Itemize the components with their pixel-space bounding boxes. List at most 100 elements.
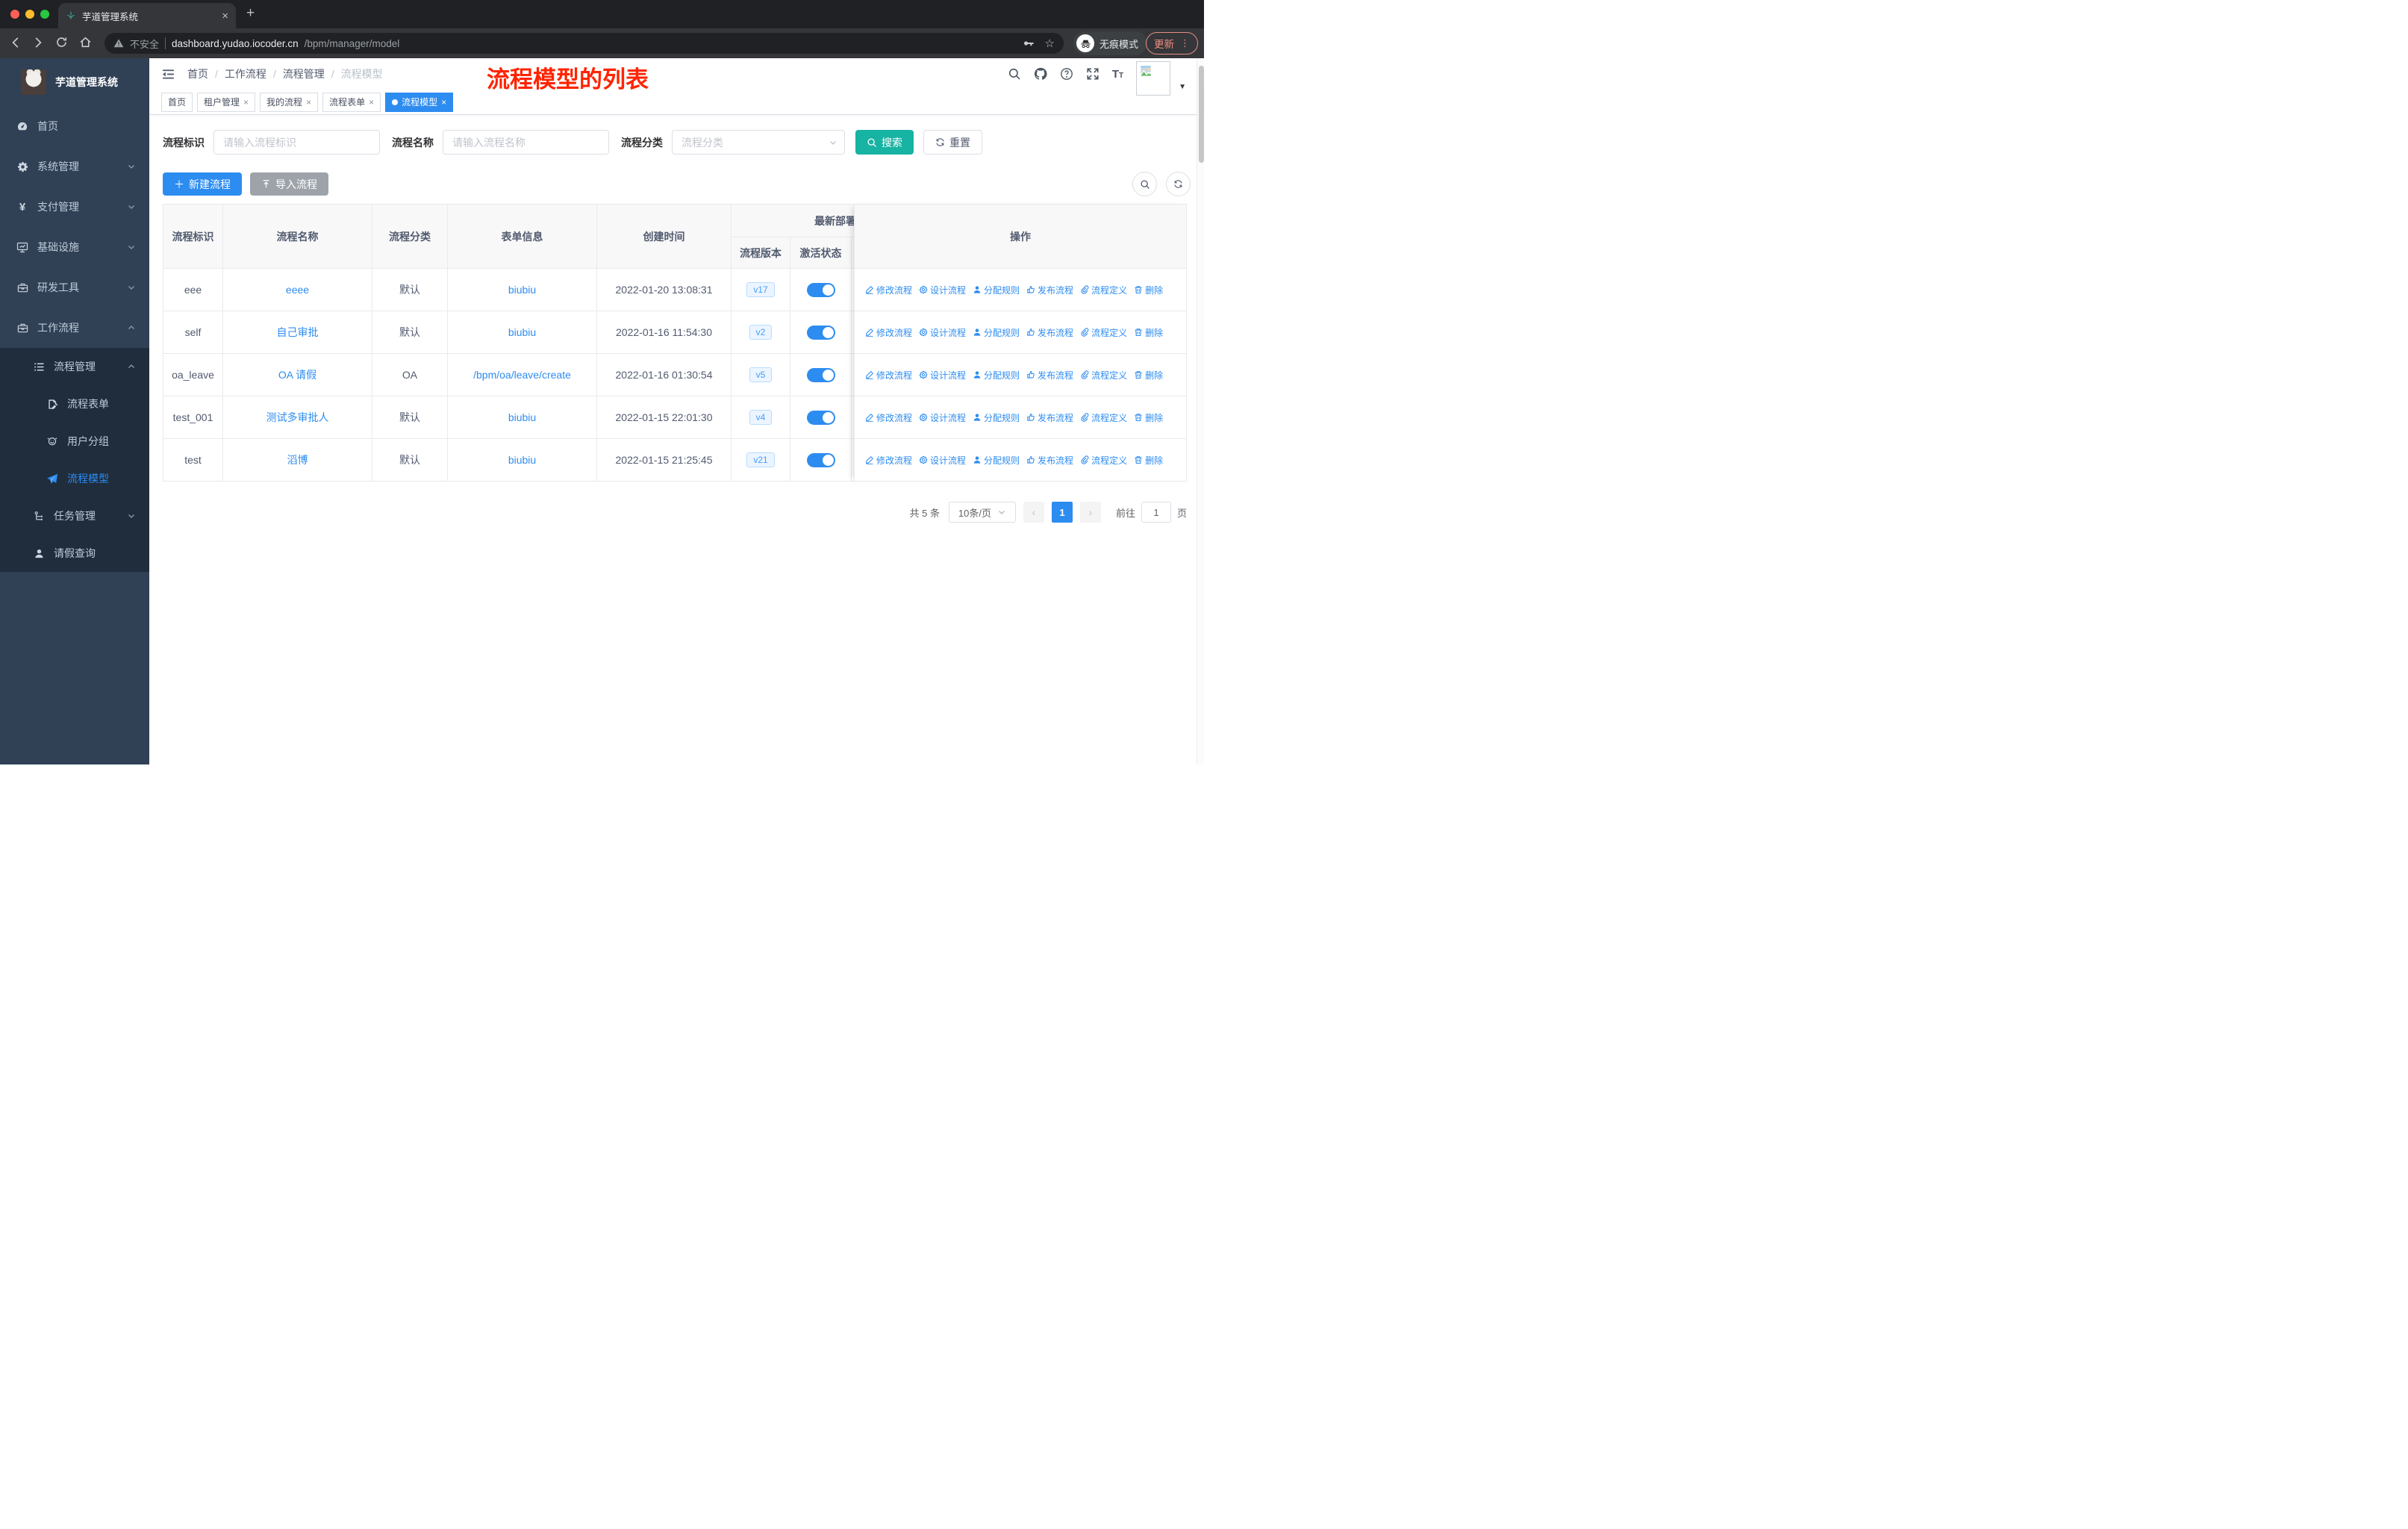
github-icon[interactable] xyxy=(1034,67,1047,81)
browser-menu-icon[interactable]: ⋮ xyxy=(1180,37,1190,49)
sidebar-item[interactable]: 请假查询 xyxy=(0,535,149,572)
sidebar-item[interactable]: 任务管理 xyxy=(0,497,149,535)
page-tab[interactable]: 流程表单 × xyxy=(322,92,381,112)
process-key-input[interactable] xyxy=(213,130,380,155)
key-icon[interactable] xyxy=(1023,37,1035,49)
table-search-toggle-button[interactable] xyxy=(1132,172,1157,196)
row-action[interactable]: 设计流程 xyxy=(919,284,966,296)
sidebar-item[interactable]: 基础设施 xyxy=(0,227,149,267)
row-action[interactable]: 设计流程 xyxy=(919,411,966,424)
fullscreen-icon[interactable] xyxy=(1086,67,1099,81)
page-tab[interactable]: 流程模型 × xyxy=(385,92,454,112)
form-info-link[interactable]: biubiu xyxy=(508,411,536,423)
page-size-select[interactable]: 10条/页 xyxy=(948,502,1016,523)
sidebar-item[interactable]: 工作流程 xyxy=(0,308,149,348)
row-action[interactable]: 设计流程 xyxy=(919,369,966,382)
sidebar-item[interactable]: ¥ 支付管理 xyxy=(0,187,149,227)
close-icon[interactable]: × xyxy=(306,97,311,108)
process-name-link[interactable]: eeee xyxy=(286,284,309,296)
row-action[interactable]: 删除 xyxy=(1134,411,1163,424)
row-action[interactable]: 发布流程 xyxy=(1026,326,1073,339)
update-button[interactable]: 更新 ⋮ xyxy=(1146,32,1198,55)
sidebar-item[interactable]: 流程管理 xyxy=(0,348,149,385)
current-page[interactable]: 1 xyxy=(1051,502,1073,523)
prev-page-button[interactable]: ‹ xyxy=(1023,502,1044,523)
sidebar-item[interactable]: 流程表单 xyxy=(0,385,149,423)
process-name-link[interactable]: 自己审批 xyxy=(277,325,319,340)
search-button[interactable]: 搜索 xyxy=(855,130,914,155)
row-action[interactable]: 删除 xyxy=(1134,326,1163,339)
reload-icon[interactable] xyxy=(55,36,70,49)
row-action[interactable]: 删除 xyxy=(1134,284,1163,296)
minimize-window-button[interactable] xyxy=(25,10,34,19)
row-action[interactable]: 发布流程 xyxy=(1026,454,1073,467)
form-info-link[interactable]: biubiu xyxy=(508,454,536,466)
scrollbar-thumb[interactable] xyxy=(1198,66,1204,163)
page-tab[interactable]: 我的流程 × xyxy=(260,92,319,112)
row-action[interactable]: 发布流程 xyxy=(1026,284,1073,296)
form-info-link[interactable]: biubiu xyxy=(508,284,536,296)
active-toggle[interactable] xyxy=(806,282,835,297)
row-action[interactable]: 删除 xyxy=(1134,369,1163,382)
page-scrollbar[interactable] xyxy=(1197,58,1204,764)
row-action[interactable]: 流程定义 xyxy=(1080,411,1127,424)
maximize-window-button[interactable] xyxy=(40,10,49,19)
form-info-link[interactable]: /bpm/oa/leave/create xyxy=(473,369,571,381)
row-action[interactable]: 流程定义 xyxy=(1080,369,1127,382)
row-action[interactable]: 修改流程 xyxy=(865,369,912,382)
table-refresh-button[interactable] xyxy=(1166,172,1191,196)
next-page-button[interactable]: › xyxy=(1079,502,1101,523)
close-icon[interactable]: × xyxy=(441,97,446,108)
row-action[interactable]: 分配规则 xyxy=(973,369,1020,382)
sidebar-item[interactable]: 用户分组 xyxy=(0,423,149,460)
row-action[interactable]: 修改流程 xyxy=(865,284,912,296)
row-action[interactable]: 设计流程 xyxy=(919,454,966,467)
reset-button[interactable]: 重置 xyxy=(923,130,982,155)
help-icon[interactable] xyxy=(1060,67,1073,81)
sidebar-item[interactable]: 流程模型 xyxy=(0,460,149,497)
collapse-sidebar-icon[interactable] xyxy=(161,67,175,81)
address-bar[interactable]: 不安全 dashboard.yudao.iocoder.cn /bpm/mana… xyxy=(105,33,1064,54)
row-action[interactable]: 流程定义 xyxy=(1080,326,1127,339)
row-action[interactable]: 发布流程 xyxy=(1026,411,1073,424)
row-action[interactable]: 分配规则 xyxy=(973,284,1020,296)
forward-icon[interactable] xyxy=(31,36,46,49)
form-info-link[interactable]: biubiu xyxy=(508,326,536,338)
row-action[interactable]: 修改流程 xyxy=(865,411,912,424)
browser-tab[interactable]: 芋道管理系统 × xyxy=(58,3,236,28)
row-action[interactable]: 分配规则 xyxy=(973,411,1020,424)
row-action[interactable]: 修改流程 xyxy=(865,454,912,467)
active-toggle[interactable] xyxy=(806,410,835,425)
breadcrumb-item[interactable]: 流程管理 xyxy=(283,66,325,81)
import-process-button[interactable]: 导入流程 xyxy=(250,172,328,196)
row-action[interactable]: 流程定义 xyxy=(1080,284,1127,296)
close-tab-icon[interactable]: × xyxy=(222,10,228,22)
sidebar-item[interactable]: 系统管理 xyxy=(0,146,149,187)
star-icon[interactable]: ☆ xyxy=(1045,37,1055,50)
back-icon[interactable] xyxy=(9,36,24,49)
row-action[interactable]: 流程定义 xyxy=(1080,454,1127,467)
font-size-icon[interactable]: TT xyxy=(1112,68,1123,81)
row-action[interactable]: 发布流程 xyxy=(1026,369,1073,382)
page-tab[interactable]: 首页 xyxy=(161,92,193,112)
row-action[interactable]: 修改流程 xyxy=(865,326,912,339)
sidebar-item[interactable]: 研发工具 xyxy=(0,267,149,308)
page-tab[interactable]: 租户管理 × xyxy=(197,92,256,112)
row-action[interactable]: 删除 xyxy=(1134,454,1163,467)
new-tab-button[interactable]: + xyxy=(246,6,255,21)
active-toggle[interactable] xyxy=(806,367,835,382)
active-toggle[interactable] xyxy=(806,452,835,467)
sidebar-item[interactable]: 首页 xyxy=(0,106,149,146)
home-icon[interactable] xyxy=(79,36,94,49)
avatar-caret-icon[interactable]: ▼ xyxy=(1179,83,1186,91)
process-name-input[interactable] xyxy=(443,130,609,155)
row-action[interactable]: 分配规则 xyxy=(973,454,1020,467)
process-category-select[interactable]: 流程分类 xyxy=(672,130,845,155)
user-avatar[interactable] xyxy=(1136,61,1171,96)
row-action[interactable]: 分配规则 xyxy=(973,326,1020,339)
close-icon[interactable]: × xyxy=(369,97,374,108)
close-window-button[interactable] xyxy=(10,10,19,19)
goto-page-input[interactable] xyxy=(1141,502,1171,523)
process-name-link[interactable]: OA 请假 xyxy=(278,367,316,382)
breadcrumb-item[interactable]: 首页 xyxy=(187,66,208,81)
